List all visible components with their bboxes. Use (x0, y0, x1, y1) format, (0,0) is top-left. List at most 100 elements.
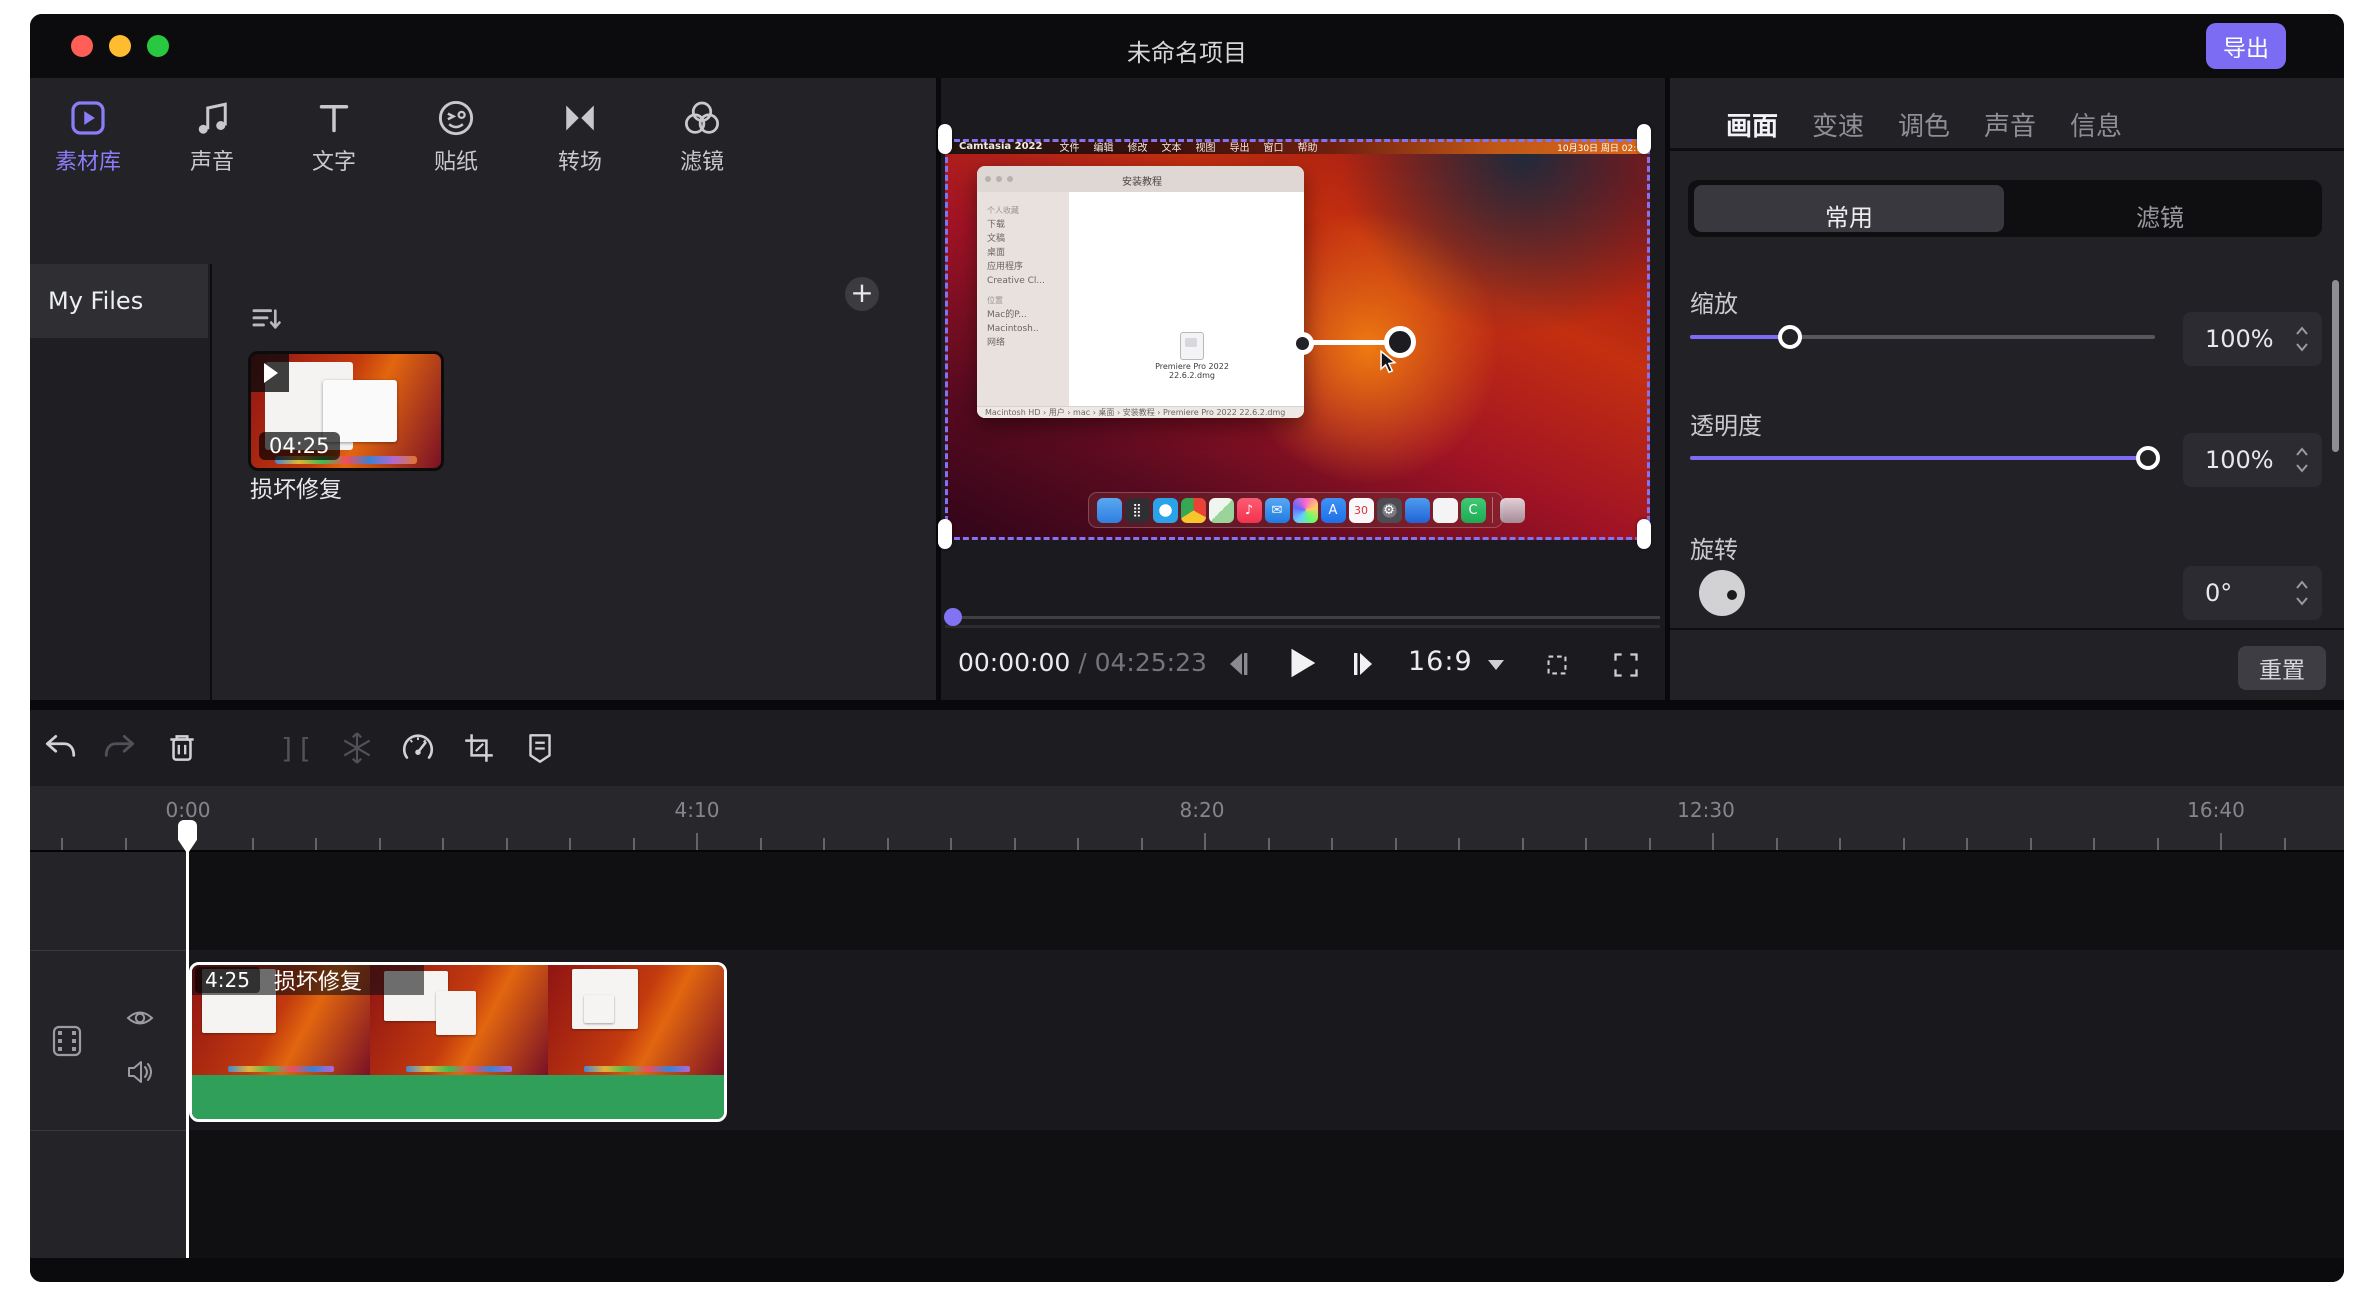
ruler-tick (2284, 838, 2286, 850)
window-title: 未命名项目 (887, 33, 1487, 68)
folder-my-files[interactable]: My Files (30, 264, 208, 338)
marker-icon (522, 730, 558, 766)
ruler-tick (1649, 838, 1651, 850)
media-panel: 素材库 声音 文字 贴纸 转场 滤镜 My Files (30, 78, 936, 700)
corner-handle-br[interactable] (1637, 519, 1651, 549)
rotation-knob-dot (1727, 590, 1737, 600)
text-icon (314, 98, 354, 138)
timeline-toolbar: ][ – (30, 710, 2344, 786)
export-button[interactable]: 导出 (2206, 23, 2286, 69)
tab-color[interactable]: 调色 (1898, 106, 1950, 143)
ruler-tick (2157, 838, 2159, 850)
play-button[interactable] (1282, 644, 1320, 682)
clip-duration-badge: 4:25 (195, 967, 260, 993)
clip-audio-waveform (192, 1075, 724, 1119)
ruler-tick (315, 838, 317, 850)
nav-text[interactable]: 文字 (286, 98, 382, 176)
corner-handle-tl[interactable] (938, 124, 952, 154)
filter-icon (682, 98, 722, 138)
corner-handle-bl[interactable] (938, 519, 952, 549)
nav-transitions[interactable]: 转场 (532, 98, 628, 176)
opacity-value-field[interactable]: 100% (2183, 433, 2322, 487)
nav-media-library[interactable]: 素材库 (40, 98, 136, 176)
segment-common-label[interactable]: 常用 (1694, 198, 2004, 233)
ruler-label: 12:30 (1661, 798, 1751, 822)
ruler-tick (1204, 833, 1206, 850)
scale-slider-knob[interactable] (1778, 325, 1802, 349)
ruler-tick (1395, 838, 1397, 850)
close-button[interactable] (71, 35, 93, 57)
minimize-button[interactable] (109, 35, 131, 57)
ruler-tick (1522, 838, 1524, 850)
tab-speed[interactable]: 变速 (1812, 106, 1864, 143)
freeze-frame-button[interactable] (333, 724, 381, 772)
ruler-tick (1141, 838, 1143, 850)
split-button[interactable]: ][ (272, 724, 320, 772)
marker-button[interactable] (516, 724, 564, 772)
scale-value-field[interactable]: 100% (2183, 312, 2322, 366)
media-item-thumbnail[interactable]: 04:25 (248, 351, 444, 471)
opacity-label: 透明度 (1690, 406, 1762, 441)
segment-filter-label[interactable]: 滤镜 (2004, 198, 2316, 233)
chevron-down-icon[interactable] (1488, 660, 1504, 670)
opacity-slider-fill (1690, 456, 2148, 460)
zoom-button[interactable] (147, 35, 169, 57)
rotation-label: 旋转 (1690, 530, 1738, 565)
undo-icon (42, 730, 78, 766)
timeline-clip[interactable]: 4:25 损坏修复 (189, 962, 727, 1122)
nav-audio[interactable]: 声音 (164, 98, 260, 176)
prev-frame-button[interactable] (1222, 648, 1254, 680)
duration-badge: 04:25 (259, 432, 340, 460)
inspector-scrollbar[interactable] (2332, 280, 2339, 452)
reset-button[interactable]: 重置 (2238, 646, 2326, 690)
ruler-tick (506, 838, 508, 850)
ruler-tick (1458, 838, 1460, 850)
ruler-tick (252, 838, 254, 850)
next-frame-button[interactable] (1348, 648, 1380, 680)
stepper-icon[interactable] (2294, 443, 2310, 477)
speed-button[interactable] (394, 724, 442, 772)
redo-button[interactable] (96, 724, 144, 772)
preview-scrubber[interactable] (945, 616, 1660, 619)
track-visibility-toggle[interactable] (126, 1004, 154, 1032)
tab-info[interactable]: 信息 (2070, 106, 2122, 143)
ruler-tick (823, 838, 825, 850)
nav-stickers[interactable]: 贴纸 (408, 98, 504, 176)
ruler-label: 0:00 (143, 798, 233, 822)
add-media-button[interactable]: + (845, 277, 879, 311)
nav-filters[interactable]: 滤镜 (654, 98, 750, 176)
track-mute-toggle[interactable] (126, 1058, 154, 1086)
anchor-handle[interactable] (1291, 332, 1314, 355)
fullscreen-button[interactable] (1612, 651, 1640, 679)
scrubber-playhead[interactable] (944, 608, 962, 626)
crop-button[interactable] (455, 724, 503, 772)
ruler-tick (1014, 838, 1016, 850)
stepper-icon[interactable] (2294, 576, 2310, 610)
aspect-ratio-dropdown[interactable]: 16:9 (1408, 646, 1473, 677)
nav-label: 贴纸 (408, 144, 504, 176)
preview-scrubber-groove (945, 625, 1660, 628)
rotation-knob[interactable] (1699, 570, 1745, 616)
stepper-icon[interactable] (2294, 322, 2310, 356)
playhead-line[interactable] (186, 852, 189, 1258)
undo-button[interactable] (36, 724, 84, 772)
ruler-tick (2220, 833, 2222, 850)
media-item-name: 损坏修复 (250, 470, 342, 504)
corner-handle-tr[interactable] (1637, 124, 1651, 154)
ruler-tick (1077, 838, 1079, 850)
rotation-value: 0° (2205, 579, 2232, 607)
ruler-label: 16:40 (2171, 798, 2261, 822)
ruler-tick (633, 838, 635, 850)
tab-audio[interactable]: 声音 (1984, 106, 2036, 143)
ruler-label: 8:20 (1157, 798, 1247, 822)
nav-label: 声音 (164, 144, 260, 176)
timeline-ruler[interactable]: 0:004:108:2012:3016:40 (30, 786, 2344, 852)
opacity-slider-knob[interactable] (2136, 446, 2160, 470)
sort-icon[interactable] (248, 300, 286, 338)
delete-button[interactable] (158, 724, 206, 772)
ruler-tick (1585, 838, 1587, 850)
rotation-value-field[interactable]: 0° (2183, 566, 2322, 620)
tab-picture[interactable]: 画面 (1726, 106, 1778, 143)
clip-content: 4:25 损坏修复 (192, 965, 724, 1119)
canvas-fit-button[interactable] (1542, 650, 1572, 680)
